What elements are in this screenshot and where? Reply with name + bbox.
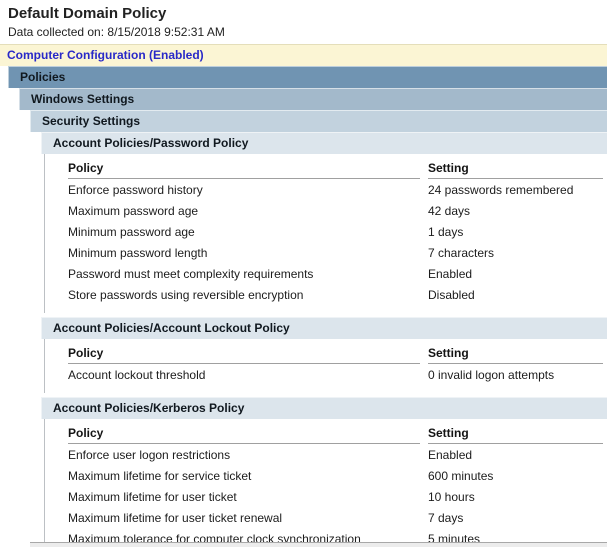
section-body: Policy Setting Enforce password history 2… [44,154,607,313]
policy-column-header: Policy [68,154,420,179]
column-spacer [420,444,428,465]
header-windows-settings[interactable]: Windows Settings [19,88,607,110]
policy-cell: Enforce user logon restrictions [68,444,420,465]
policy-cell: Store passwords using reversible encrypt… [68,284,420,305]
table-row: Maximum password age 42 days [68,200,603,221]
table-row: Minimum password age 1 days [68,221,603,242]
table-row: Maximum lifetime for user ticket 10 hours [68,486,603,507]
column-spacer [420,200,428,221]
section-body: Policy Setting Account lockout threshold… [44,339,607,393]
section-header-kerberos-policy[interactable]: Account Policies/Kerberos Policy [41,397,607,419]
table-row: Enforce user logon restrictions Enabled [68,444,603,465]
setting-column-header: Setting [428,419,603,444]
table-row: Store passwords using reversible encrypt… [68,284,603,305]
table-header-row: Policy Setting [68,419,603,444]
setting-cell: 24 passwords remembered [428,179,603,200]
policy-cell: Minimum password length [68,242,420,263]
policies-container: Policies Windows Settings Security Setti… [8,66,607,547]
policy-cell: Maximum password age [68,200,420,221]
policy-cell: Enforce password history [68,179,420,200]
header-security-settings[interactable]: Security Settings [30,110,607,132]
setting-column-header: Setting [428,154,603,179]
table-row: Maximum lifetime for user ticket renewal… [68,507,603,528]
section-kerberos-policy: Account Policies/Kerberos Policy Policy … [41,397,607,547]
setting-cell: Disabled [428,284,603,305]
column-spacer [420,339,428,364]
column-spacer [420,284,428,305]
table-row: Enforce password history 24 passwords rem… [68,179,603,200]
page-title: Default Domain Policy [8,5,607,22]
settings-table: Policy Setting Account lockout threshold… [68,339,603,385]
policy-cell: Account lockout threshold [68,364,420,385]
column-spacer [420,263,428,284]
setting-cell: 600 minutes [428,465,603,486]
header-computer-configuration[interactable]: Computer Configuration (Enabled) [0,44,607,66]
policy-cell: Password must meet complexity requiremen… [68,263,420,284]
policy-cell: Maximum lifetime for service ticket [68,465,420,486]
section-header-account-lockout-policy[interactable]: Account Policies/Account Lockout Policy [41,317,607,339]
section-account-lockout-policy: Account Policies/Account Lockout Policy … [41,317,607,393]
setting-cell: Enabled [428,263,603,284]
gpo-report-page: Default Domain Policy Data collected on:… [0,0,607,547]
section-password-policy: Account Policies/Password Policy Policy … [41,132,607,313]
table-header-row: Policy Setting [68,154,603,179]
section-body: Policy Setting Enforce user logon restri… [44,419,607,547]
table-row: Account lockout threshold 0 invalid logon… [68,364,603,385]
policy-column-header: Policy [68,339,420,364]
setting-cell: 7 days [428,507,603,528]
column-spacer [420,364,428,385]
column-spacer [420,242,428,263]
policy-column-header: Policy [68,419,420,444]
table-row: Maximum lifetime for service ticket 600 m… [68,465,603,486]
policy-cell: Minimum password age [68,221,420,242]
data-collected-label: Data collected on: 8/15/2018 9:52:31 AM [8,25,607,39]
column-spacer [420,154,428,179]
table-row: Minimum password length 7 characters [68,242,603,263]
setting-cell: 10 hours [428,486,603,507]
policy-cell: Maximum lifetime for user ticket [68,486,420,507]
settings-table: Policy Setting Enforce user logon restri… [68,419,603,547]
setting-column-header: Setting [428,339,603,364]
cutoff-next-section-edge [30,542,607,547]
security-settings-content: Account Policies/Password Policy Policy … [41,132,607,547]
security-settings-container: Security Settings Account Policies/Passw… [30,110,607,547]
column-spacer [420,221,428,242]
setting-cell: Enabled [428,444,603,465]
setting-cell: 0 invalid logon attempts [428,364,603,385]
column-spacer [420,179,428,200]
settings-table: Policy Setting Enforce password history 2… [68,154,603,305]
header-policies[interactable]: Policies [8,66,607,88]
column-spacer [420,486,428,507]
setting-cell: 7 characters [428,242,603,263]
table-row: Password must meet complexity requiremen… [68,263,603,284]
column-spacer [420,465,428,486]
setting-cell: 1 days [428,221,603,242]
column-spacer [420,507,428,528]
windows-settings-container: Windows Settings Security Settings Accou… [19,88,607,547]
column-spacer [420,419,428,444]
table-header-row: Policy Setting [68,339,603,364]
section-header-password-policy[interactable]: Account Policies/Password Policy [41,132,607,154]
policy-cell: Maximum lifetime for user ticket renewal [68,507,420,528]
setting-cell: 42 days [428,200,603,221]
